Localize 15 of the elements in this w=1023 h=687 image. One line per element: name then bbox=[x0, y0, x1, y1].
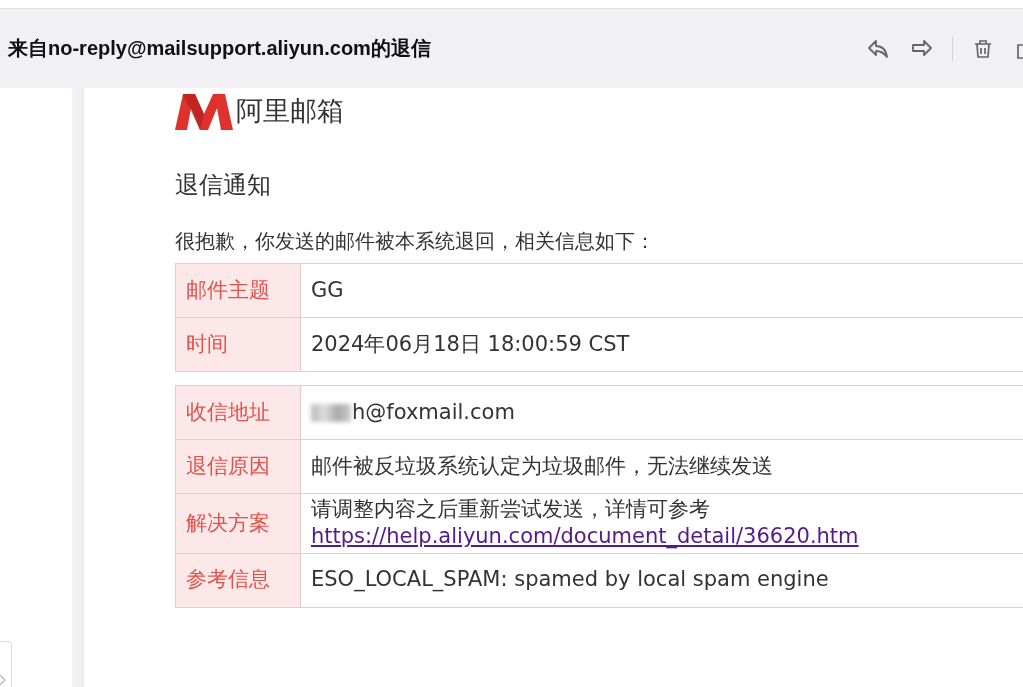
label-cell: 邮件主题 bbox=[175, 263, 301, 318]
value-cell: GG bbox=[300, 263, 1023, 318]
label-cell: 退信原因 bbox=[175, 439, 301, 494]
label-cell: 收信地址 bbox=[175, 385, 301, 440]
label-cell: 解决方案 bbox=[175, 493, 301, 554]
brand-name: 阿里邮箱 bbox=[236, 94, 344, 128]
label-cell: 时间 bbox=[175, 317, 301, 372]
mail-title: 来自no-reply@mailsupport.aliyun.com的退信 bbox=[8, 36, 431, 61]
chevron-icon bbox=[0, 674, 7, 686]
notice-heading: 退信通知 bbox=[175, 170, 272, 201]
label-cell: 参考信息 bbox=[175, 553, 301, 608]
intro-text: 很抱歉，你发送的邮件被本系统退回，相关信息如下： bbox=[175, 228, 656, 255]
value-cell: h@foxmail.com bbox=[300, 385, 1023, 440]
help-link[interactable]: https://help.aliyun.com/document_detail/36620.htm bbox=[311, 524, 859, 549]
logo-icon bbox=[175, 92, 233, 130]
